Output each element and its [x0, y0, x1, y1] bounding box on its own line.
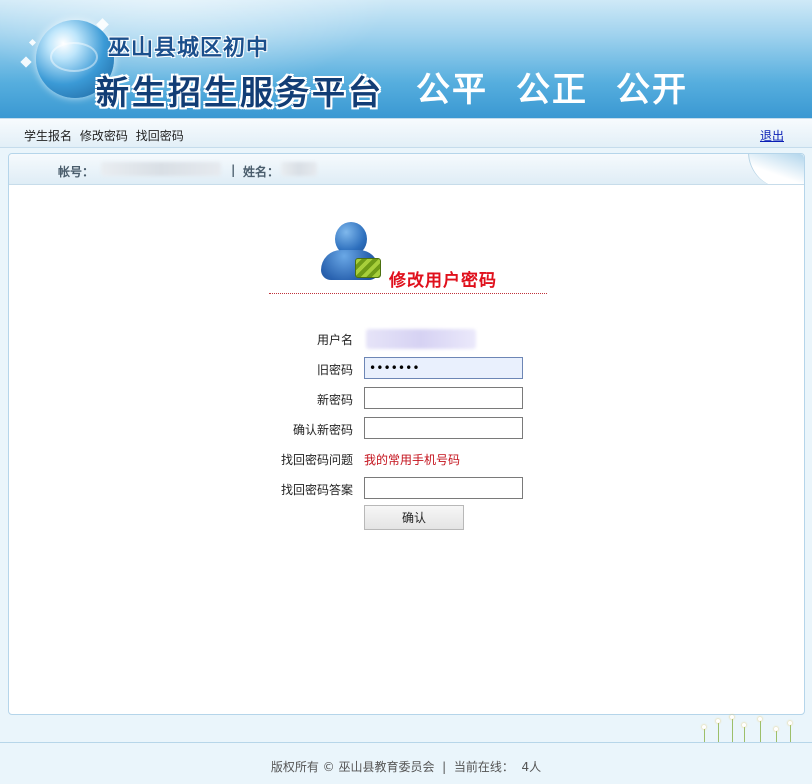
lock-icon — [355, 258, 381, 278]
title-divider — [269, 293, 547, 294]
row-security-answer: 找回密码答案 — [9, 476, 804, 500]
row-confirm-password: 确认新密码 — [9, 416, 804, 440]
new-password-field[interactable] — [364, 387, 523, 409]
old-password-field[interactable] — [364, 357, 523, 379]
footer-divider — [0, 742, 812, 743]
name-label: 姓名： — [243, 165, 280, 179]
flower-decoration — [690, 712, 812, 742]
footer-separator: | — [442, 760, 447, 774]
security-answer-label: 找回密码答案 — [280, 483, 353, 497]
row-new-password: 新密码 — [9, 386, 804, 410]
user-lock-icon — [321, 222, 383, 286]
new-password-label: 新密码 — [316, 393, 353, 407]
school-name: 巫山县城区初中 — [108, 35, 270, 61]
security-answer-field[interactable] — [364, 477, 523, 499]
slogan-fair: 公平 — [416, 70, 488, 110]
username-label: 用户名 — [316, 333, 353, 347]
account-value-redacted — [101, 162, 221, 176]
footer-online-label: 当前在线： — [453, 760, 514, 774]
footer: 版权所有 © 巫山县教育委员会 | 当前在线： 4人 — [0, 758, 812, 775]
panel-header: 帐号： | 姓名： — [9, 154, 804, 185]
nav-link-change-password[interactable]: 修改密码 — [80, 129, 128, 143]
account-label: 帐号： — [58, 165, 95, 179]
main-panel: 帐号： | 姓名： 修改用户密码 用户名 旧密码 新密码 确认新密码 找回密码问… — [8, 153, 805, 715]
slogan-just: 公正 — [516, 70, 588, 110]
security-question-value: 我的常用手机号码 — [364, 453, 461, 467]
confirm-password-field[interactable] — [364, 417, 523, 439]
row-old-password: 旧密码 — [9, 356, 804, 380]
slogan: 公平 公正 公开 — [416, 62, 716, 111]
form-title: 修改用户密码 — [389, 271, 497, 291]
old-password-label: 旧密码 — [316, 363, 353, 377]
header-separator: | — [231, 163, 236, 177]
name-value-redacted — [281, 162, 317, 176]
page-curl-decoration — [748, 154, 804, 184]
nav-link-recover-password[interactable]: 找回密码 — [136, 129, 184, 143]
top-nav: 学生报名 修改密码 找回密码 退出 — [0, 118, 812, 148]
header-banner: 巫山县城区初中 新生招生服务平台 公平 公正 公开 — [0, 0, 812, 118]
confirm-password-label: 确认新密码 — [292, 423, 353, 437]
confirm-button[interactable]: 确认 — [364, 505, 464, 530]
row-security-question: 找回密码问题 我的常用手机号码 — [9, 446, 804, 470]
slogan-open: 公开 — [616, 70, 688, 110]
platform-title: 新生招生服务平台 — [96, 73, 384, 112]
footer-online-count: 4人 — [521, 760, 542, 774]
logout-link[interactable]: 退出 — [760, 127, 784, 144]
footer-copyright: 版权所有 © 巫山县教育委员会 — [270, 760, 435, 774]
nav-links: 学生报名 修改密码 找回密码 — [24, 127, 188, 144]
username-value-redacted — [366, 329, 476, 349]
row-username: 用户名 — [9, 326, 804, 350]
nav-link-register[interactable]: 学生报名 — [24, 129, 72, 143]
security-question-label: 找回密码问题 — [280, 453, 353, 467]
